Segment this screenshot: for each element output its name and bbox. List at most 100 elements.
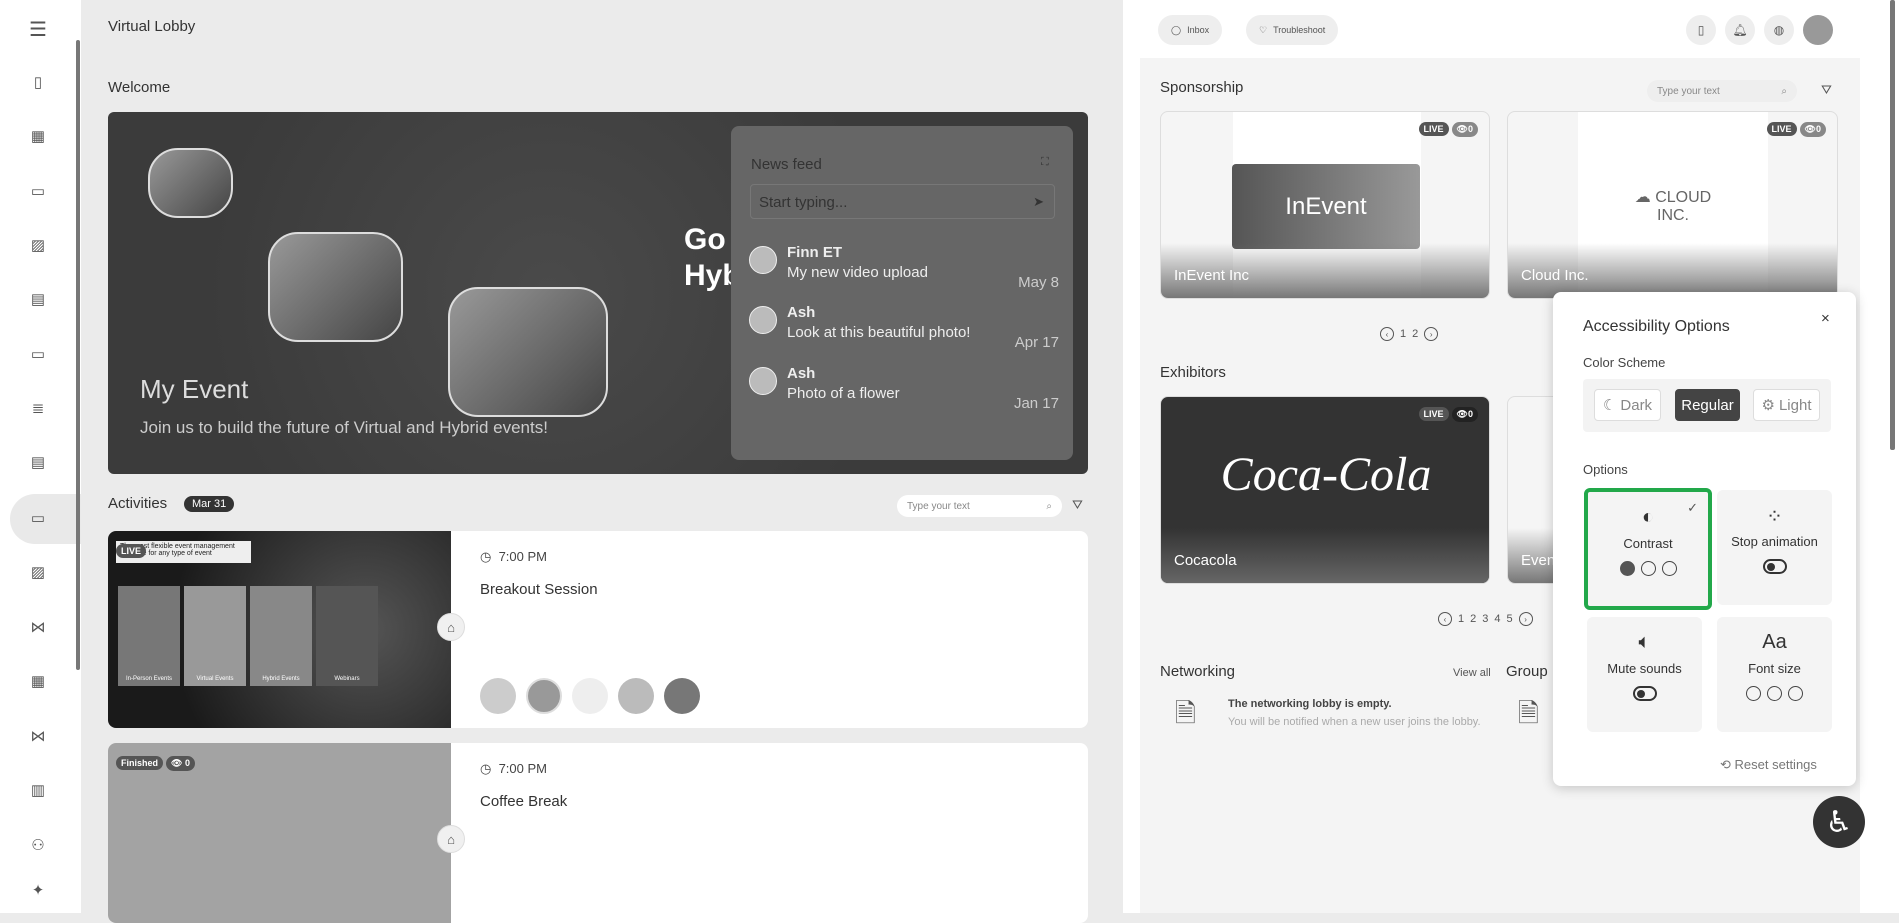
- contrast-option[interactable]: ✓ ◐ Contrast: [1584, 488, 1712, 610]
- options-label: Options: [1583, 462, 1628, 477]
- color-scheme-label: Color Scheme: [1583, 355, 1666, 370]
- collapse-icon[interactable]: ⛶: [1041, 156, 1049, 169]
- user-avatar[interactable]: [1803, 15, 1833, 45]
- live-badge: LIVE: [116, 544, 147, 558]
- avatar: [749, 306, 777, 334]
- bell-icon[interactable]: 🔔︎: [1725, 15, 1755, 45]
- exhibitors-pagination: ‹ 1 2 3 4 5 ›: [1438, 612, 1533, 626]
- filter-icon[interactable]: ⛛: [1072, 497, 1083, 513]
- sponsorship-pagination: ‹ 1 2 ›: [1380, 327, 1439, 341]
- event-name: My Event: [140, 374, 249, 404]
- mute-sounds-option[interactable]: 🔈︎ Mute sounds: [1587, 617, 1702, 732]
- troubleshoot-button[interactable]: ♡ Troubleshoot: [1246, 15, 1339, 45]
- calendar-icon[interactable]: ▦: [26, 126, 50, 146]
- handshake-icon[interactable]: ⋈: [26, 617, 50, 637]
- activity-time: ◷ 7:00 PM: [480, 761, 547, 776]
- views-badge: 👁 0: [166, 756, 195, 771]
- users-icon[interactable]: ⚇: [26, 835, 50, 855]
- filter-icon[interactable]: ⛛: [1821, 82, 1832, 98]
- accessibility-button[interactable]: ♿︎: [1813, 796, 1865, 848]
- handshake-alt-icon[interactable]: ⋈: [26, 726, 50, 746]
- presenter-icon[interactable]: ≣: [26, 398, 50, 418]
- exhibitor-card[interactable]: Coca-Cola LIVE 👁0 Cocacola: [1160, 396, 1490, 584]
- tag-icon[interactable]: ⌂: [437, 613, 465, 641]
- news-item[interactable]: Ash Photo of a flower Jan 17: [749, 365, 1059, 421]
- font-size-option[interactable]: Aa Font size: [1717, 617, 1832, 732]
- prev-page-icon[interactable]: ‹: [1438, 612, 1452, 626]
- activity-title: Breakout Session: [480, 581, 598, 598]
- contrast-level: [1588, 561, 1708, 576]
- calendar-grid-icon[interactable]: ▦: [26, 671, 50, 691]
- moon-icon: ☾: [1602, 397, 1617, 414]
- tag-icon[interactable]: ⌂: [437, 825, 465, 853]
- hero-photo: [448, 287, 608, 417]
- avatar: [480, 678, 516, 714]
- globe-icon[interactable]: ◍: [1764, 15, 1794, 45]
- scheme-dark-button[interactable]: ☾ Dark: [1594, 389, 1661, 421]
- sponsorship-title: Sponsorship: [1160, 79, 1244, 96]
- hero-photo: [148, 148, 233, 218]
- accessibility-icon: ♿︎: [1825, 805, 1853, 839]
- stop-animation-toggle[interactable]: [1762, 559, 1787, 574]
- prev-page-icon[interactable]: ‹: [1380, 327, 1394, 341]
- inbox-button[interactable]: ◯ Inbox: [1158, 15, 1223, 45]
- hamburger-menu-icon[interactable]: ☰: [26, 19, 50, 41]
- avatar: [618, 678, 654, 714]
- date-badge[interactable]: Mar 31: [184, 496, 235, 512]
- views-badge: 👁0: [1451, 122, 1478, 137]
- send-icon[interactable]: ➤: [1033, 194, 1044, 210]
- sponsor-card[interactable]: InEvent LIVE 👁0 InEvent Inc: [1160, 111, 1490, 299]
- sidebar-scrollbar[interactable]: [76, 40, 80, 670]
- next-page-icon[interactable]: ›: [1518, 612, 1533, 626]
- news-feed-input[interactable]: Start typing... ➤: [750, 184, 1055, 219]
- table-icon[interactable]: ▤: [26, 452, 50, 472]
- page-scrollbar[interactable]: [1890, 0, 1895, 450]
- stop-animation-option[interactable]: ⁘ Stop animation: [1717, 490, 1832, 605]
- id-card-icon[interactable]: ▤: [26, 289, 50, 309]
- news-item[interactable]: Ash Look at this beautiful photo! Apr 17: [749, 304, 1059, 360]
- spinner-icon: ⁘: [1766, 506, 1783, 528]
- image-icon[interactable]: ▨: [26, 235, 50, 255]
- activity-title: Coffee Break: [480, 793, 568, 810]
- sponsor-card[interactable]: ☁ CLOUD INC. LIVE 👁0 Cloud Inc.: [1507, 111, 1838, 299]
- clipboard-icon[interactable]: ▯: [1686, 15, 1716, 45]
- activity-card[interactable]: The most flexible event management softw…: [108, 531, 1088, 728]
- view-all-link[interactable]: View all: [1453, 667, 1491, 679]
- calendar-blank-icon[interactable]: ▭: [26, 181, 50, 201]
- refresh-icon: ⟲: [1720, 757, 1731, 772]
- activities-search-input[interactable]: Type your text ⌕: [897, 495, 1062, 517]
- activity-card[interactable]: Finished 👁 0 ⌂ ◷ 7:00 PM Coffee Break: [108, 743, 1088, 923]
- next-page-icon[interactable]: ›: [1424, 327, 1439, 341]
- scheme-regular-button[interactable]: Regular: [1675, 389, 1740, 421]
- avatar: [749, 246, 777, 274]
- speaker-icon: 🔈︎: [1638, 631, 1651, 653]
- avatar: [572, 678, 608, 714]
- tiles: In-Person Events Virtual Events Hybrid E…: [118, 586, 378, 686]
- exhibitor-logo: Coca-Cola: [1220, 448, 1432, 501]
- reset-settings-button[interactable]: ⟲ Reset settings: [1720, 757, 1817, 773]
- close-icon[interactable]: ×: [1821, 310, 1830, 327]
- booth-icon[interactable]: ▥: [26, 780, 50, 800]
- status-badge: Finished: [116, 756, 164, 770]
- font-size-icon: Aa: [1762, 631, 1787, 653]
- clipboard-icon[interactable]: ▯: [26, 72, 50, 92]
- mascot-icon[interactable]: ✦: [26, 880, 50, 900]
- font-size-level: [1717, 686, 1832, 701]
- sponsorship-search-input[interactable]: Type your text ⌕: [1647, 80, 1797, 102]
- activity-thumbnail: The most flexible event management softw…: [108, 531, 451, 728]
- exhibitor-name: Cocacola: [1174, 552, 1237, 569]
- group-title: Group: [1506, 663, 1548, 680]
- search-icon: ⌕: [1781, 85, 1787, 97]
- live-badge: LIVE: [1418, 407, 1449, 421]
- gallery-icon[interactable]: ▨: [26, 562, 50, 582]
- sponsor-name: InEvent Inc: [1174, 267, 1250, 284]
- networking-empty-title: The networking lobby is empty.: [1228, 698, 1392, 710]
- live-badge: LIVE: [1418, 122, 1449, 136]
- scheme-light-button[interactable]: ⚙ Light: [1753, 389, 1820, 421]
- sponsor-logo: InEvent: [1232, 164, 1420, 249]
- monitor-icon[interactable]: ▭: [26, 508, 50, 528]
- live-badge: LIVE: [1766, 122, 1797, 136]
- ticket-icon[interactable]: ▭: [26, 344, 50, 364]
- news-item[interactable]: Finn ET My new video upload May 8: [749, 244, 1059, 300]
- mute-sounds-toggle[interactable]: [1632, 686, 1657, 701]
